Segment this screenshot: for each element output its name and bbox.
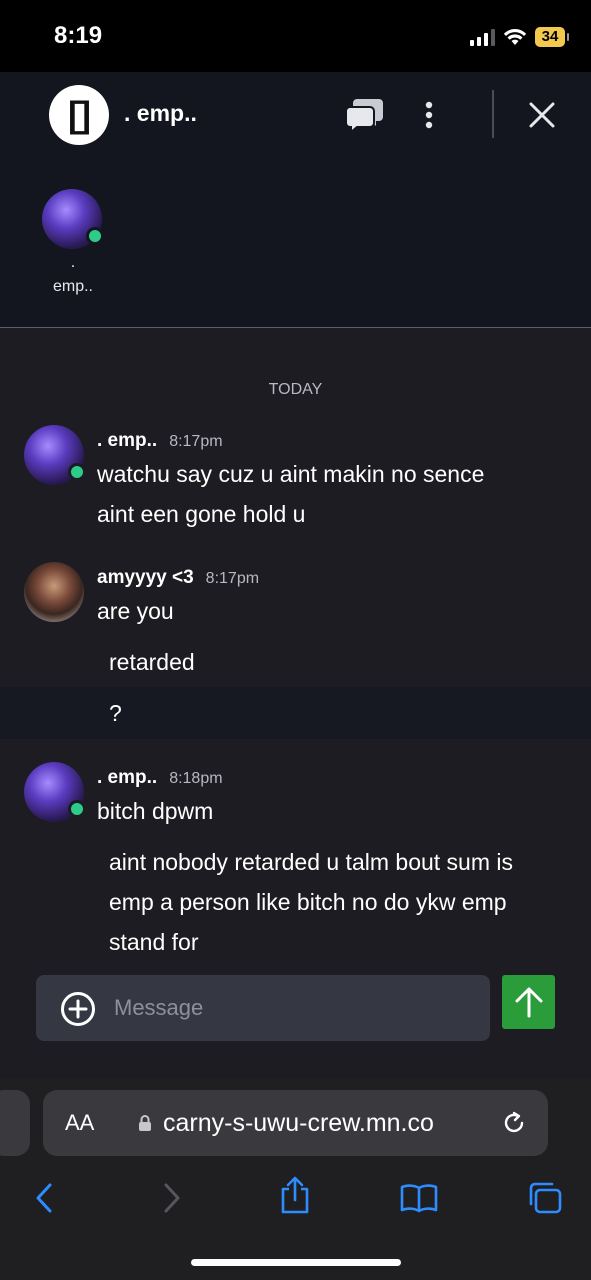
day-separator: TODAY — [268, 381, 323, 398]
message-text: retarded — [109, 649, 195, 675]
close-icon — [529, 102, 555, 128]
previous-tab[interactable] — [0, 1090, 30, 1156]
member-name-line1: . — [70, 254, 76, 271]
tabs-button[interactable] — [523, 1178, 567, 1218]
add-attachment-button[interactable] — [60, 991, 96, 1032]
message-line: watchu say cuz u aint makin no sence — [97, 461, 485, 487]
address-bar[interactable]: AA carny-s-uwu-crew.mn.co — [43, 1090, 548, 1156]
chat-header: [] . emp.. . emp.. — [0, 72, 591, 328]
message-author[interactable]: . emp.. — [97, 430, 157, 452]
wifi-icon — [503, 29, 527, 45]
share-icon — [281, 1176, 309, 1214]
member-name-line2: emp.. — [52, 278, 93, 295]
book-icon — [400, 1184, 438, 1213]
avatar — [24, 762, 86, 822]
message-text: watchu say cuz u aint makin no sence ain… — [97, 454, 484, 534]
online-status-dot — [68, 463, 86, 481]
message-author[interactable]: amyyyy <3 — [97, 567, 194, 589]
message-text: aint nobody retarded u talm bout sum is … — [109, 842, 513, 962]
share-button[interactable] — [273, 1172, 317, 1218]
message-avatar[interactable] — [24, 425, 86, 485]
home-indicator[interactable] — [191, 1259, 401, 1266]
forward-button[interactable] — [150, 1178, 194, 1218]
status-bar: 8:19 34 — [0, 0, 591, 72]
message-text: are you — [97, 598, 174, 624]
message-line: aint nobody retarded u talm bout sum is — [109, 849, 514, 875]
message-text: ? — [109, 700, 122, 726]
message-box — [36, 975, 490, 1041]
plus-circle-icon — [61, 992, 95, 1026]
message-line: stand for — [109, 929, 199, 955]
url-text: carny-s-uwu-crew.mn.co — [163, 1109, 434, 1137]
message-avatar[interactable] — [24, 762, 86, 822]
chat-bubbles-icon — [345, 99, 383, 134]
vertical-dots-icon — [425, 101, 433, 129]
status-time: 8:19 — [54, 22, 103, 49]
reader-settings-button[interactable]: AA — [65, 1110, 94, 1136]
avatar — [24, 425, 86, 485]
cellular-signal-icon — [470, 28, 495, 46]
status-icons: 34 — [470, 24, 569, 50]
message-time: 8:17pm — [169, 433, 223, 450]
lock-icon — [139, 1115, 151, 1131]
close-button[interactable] — [522, 94, 562, 136]
hovered-message-row[interactable] — [0, 687, 591, 739]
message-composer — [0, 962, 591, 1078]
message-input[interactable] — [114, 975, 474, 1041]
message-avatar[interactable] — [24, 562, 84, 622]
message-header: . emp.. 8:18pm — [97, 767, 223, 789]
reload-icon — [504, 1111, 524, 1133]
message-time: 8:17pm — [205, 570, 260, 587]
threads-button[interactable] — [344, 94, 386, 136]
avatar — [42, 189, 104, 249]
chat-title[interactable]: . emp.. — [124, 100, 197, 127]
avatar — [24, 562, 84, 622]
chevron-left-icon — [36, 1183, 52, 1213]
reload-button[interactable] — [501, 1110, 527, 1141]
member-emp[interactable]: . emp.. — [42, 189, 104, 297]
browser-chrome: AA carny-s-uwu-crew.mn.co — [0, 1078, 591, 1280]
message-author[interactable]: . emp.. — [97, 767, 157, 789]
message-line: emp a person like bitch no do ykw emp — [109, 889, 507, 915]
arrow-up-icon — [515, 987, 542, 1018]
send-button[interactable] — [502, 975, 555, 1029]
message-text: bitch dpwm — [97, 798, 214, 824]
online-status-dot — [68, 800, 86, 818]
online-status-dot — [86, 227, 104, 245]
group-avatar[interactable]: [] — [49, 85, 109, 145]
message-time: 8:18pm — [169, 770, 223, 787]
bookmarks-button[interactable] — [397, 1178, 441, 1218]
more-options-button[interactable] — [414, 94, 444, 136]
tabs-icon — [529, 1182, 562, 1214]
message-list[interactable]: TODAY . emp.. 8:17pm watchu say cuz u ai… — [0, 329, 591, 977]
chevron-right-icon — [164, 1183, 180, 1213]
back-button[interactable] — [22, 1178, 66, 1218]
header-divider — [492, 90, 494, 138]
battery-icon: 34 — [535, 27, 569, 47]
message-line: aint een gone hold u — [97, 501, 306, 527]
message-header: amyyyy <3 8:17pm — [97, 567, 259, 589]
message-header: . emp.. 8:17pm — [97, 430, 223, 452]
